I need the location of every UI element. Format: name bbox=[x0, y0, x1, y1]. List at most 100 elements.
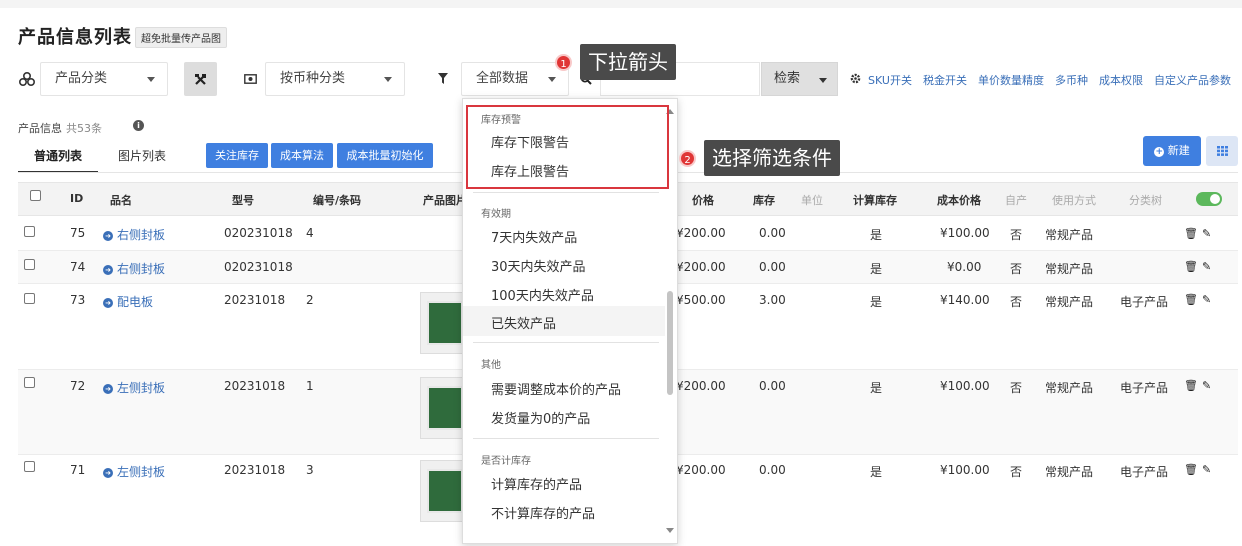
page-title: 产品信息列表 bbox=[18, 27, 132, 48]
pencil-icon[interactable]: ✎ bbox=[1202, 379, 1211, 392]
cell-name-link[interactable]: ➜ 配电板 bbox=[103, 293, 153, 310]
col-model[interactable]: 型号 bbox=[232, 192, 254, 208]
info-icon[interactable]: i bbox=[133, 120, 144, 131]
col-name[interactable]: 品名 bbox=[110, 192, 132, 208]
col-usage[interactable]: 使用方式 bbox=[1052, 192, 1096, 208]
data-filter-select[interactable]: 全部数据 bbox=[461, 62, 569, 96]
new-button[interactable]: + 新建 bbox=[1143, 136, 1201, 166]
cell-stock: 0.00 bbox=[759, 226, 786, 240]
pencil-icon[interactable]: ✎ bbox=[1202, 260, 1211, 273]
dd-item-count-stock[interactable]: 计算库存的产品 bbox=[491, 474, 582, 493]
chevron-down-icon[interactable] bbox=[548, 77, 556, 82]
dd-item-adjust-cost[interactable]: 需要调整成本价的产品 bbox=[491, 379, 621, 398]
cell-name-link[interactable]: ➜ 右侧封板 bbox=[103, 260, 165, 277]
product-thumbnail[interactable] bbox=[420, 292, 466, 354]
select-all-checkbox[interactable] bbox=[30, 190, 41, 201]
cell-name-link[interactable]: ➜ 左侧封板 bbox=[103, 463, 165, 480]
col-stock[interactable]: 库存 bbox=[753, 192, 775, 208]
dd-group-expiry: 有效期 bbox=[481, 209, 511, 220]
pencil-icon[interactable]: ✎ bbox=[1202, 293, 1211, 306]
column-toggle-switch[interactable] bbox=[1196, 192, 1222, 206]
dd-separator bbox=[473, 192, 659, 193]
link-tax-switch[interactable]: 税金开关 bbox=[923, 72, 967, 88]
col-id[interactable]: ID bbox=[70, 192, 83, 205]
link-sku-switch[interactable]: SKU开关 bbox=[868, 72, 912, 88]
trash-icon[interactable]: 🗑 bbox=[1184, 260, 1198, 273]
cost-method-button[interactable]: 成本算法 bbox=[271, 143, 333, 168]
dd-item-expire-7-days[interactable]: 7天内失效产品 bbox=[491, 227, 577, 246]
category-select[interactable]: 产品分类 bbox=[40, 62, 168, 96]
trash-icon[interactable]: 🗑 bbox=[1184, 293, 1198, 306]
tab-normal-list[interactable]: 普通列表 bbox=[18, 147, 98, 173]
filter-icon bbox=[438, 73, 448, 84]
annotation-label-1: 下拉箭头 bbox=[580, 44, 676, 80]
link-multi-currency[interactable]: 多币种 bbox=[1055, 72, 1088, 88]
row-checkbox[interactable] bbox=[24, 293, 35, 304]
col-self-made[interactable]: 自产 bbox=[1005, 192, 1027, 208]
dd-scrollbar-thumb[interactable] bbox=[667, 291, 673, 395]
cell-model: 20231018 bbox=[224, 379, 286, 393]
row-checkbox[interactable] bbox=[24, 259, 35, 270]
col-cost[interactable]: 成本价格 bbox=[937, 192, 981, 208]
cell-stock: 0.00 bbox=[759, 260, 786, 274]
trash-icon[interactable]: 🗑 bbox=[1184, 227, 1198, 240]
cost-batch-init-button[interactable]: 成本批量初始化 bbox=[337, 143, 433, 168]
new-button-label: 新建 bbox=[1167, 144, 1190, 157]
link-precision[interactable]: 单价数量精度 bbox=[978, 72, 1044, 88]
col-image[interactable]: 产品图片 bbox=[423, 192, 467, 208]
cell-id: 71 bbox=[70, 463, 86, 477]
col-category-tree[interactable]: 分类树 bbox=[1129, 192, 1162, 208]
plus-circle-icon: + bbox=[1154, 147, 1165, 157]
batch-upload-badge[interactable]: 超免批量传产品图 bbox=[135, 27, 227, 48]
cell-price: ¥200.00 bbox=[676, 260, 726, 274]
col-code[interactable]: 编号/条码 bbox=[313, 192, 361, 208]
cell-code: 3 bbox=[306, 463, 314, 477]
cell-stock: 0.00 bbox=[759, 379, 786, 393]
col-price[interactable]: 价格 bbox=[692, 192, 714, 208]
tab-image-list[interactable]: 图片列表 bbox=[118, 147, 166, 164]
dd-item-expire-30-days[interactable]: 30天内失效产品 bbox=[491, 256, 586, 275]
trash-icon[interactable]: 🗑 bbox=[1184, 379, 1198, 392]
arrow-circle-icon: ➜ bbox=[103, 384, 113, 394]
chevron-down-icon[interactable] bbox=[819, 78, 827, 83]
dd-item-not-count-stock[interactable]: 不计算库存的产品 bbox=[491, 503, 595, 522]
link-cost-permission[interactable]: 成本权限 bbox=[1099, 72, 1143, 88]
cell-name-link[interactable]: ➜ 左侧封板 bbox=[103, 379, 165, 396]
link-custom-params[interactable]: 自定义产品参数 bbox=[1154, 72, 1231, 88]
pencil-icon[interactable]: ✎ bbox=[1202, 227, 1211, 240]
row-checkbox[interactable] bbox=[24, 461, 35, 472]
tools-button[interactable] bbox=[184, 62, 217, 96]
cell-price: ¥200.00 bbox=[676, 226, 726, 240]
follow-stock-button[interactable]: 关注库存 bbox=[206, 143, 268, 168]
cell-price: ¥500.00 bbox=[676, 293, 726, 307]
col-calc-stock[interactable]: 计算库存 bbox=[853, 192, 897, 208]
cell-self-made: 否 bbox=[1010, 381, 1023, 395]
cell-name: 左侧封板 bbox=[117, 381, 166, 395]
cell-self-made: 否 bbox=[1010, 262, 1023, 276]
scroll-down-icon[interactable] bbox=[666, 528, 674, 533]
dd-separator bbox=[473, 342, 659, 343]
search-button-label: 检索 bbox=[774, 71, 801, 86]
stock-alert-highlight-box bbox=[466, 105, 669, 189]
dd-item-zero-shipment[interactable]: 发货量为0的产品 bbox=[491, 408, 590, 427]
col-unit[interactable]: 单位 bbox=[801, 192, 823, 208]
trash-icon[interactable]: 🗑 bbox=[1184, 463, 1198, 476]
dd-group-other: 其他 bbox=[481, 360, 501, 371]
currency-select[interactable]: 按币种分类 bbox=[265, 62, 405, 96]
search-button[interactable]: 检索 bbox=[761, 62, 838, 96]
dd-item-expired[interactable]: 已失效产品 bbox=[491, 313, 556, 332]
cell-usage: 常规产品 bbox=[1045, 228, 1094, 242]
row-checkbox[interactable] bbox=[24, 226, 35, 237]
cell-calc-stock: 是 bbox=[870, 465, 883, 479]
pencil-icon[interactable]: ✎ bbox=[1202, 463, 1211, 476]
currency-select-label: 按币种分类 bbox=[280, 71, 346, 86]
product-thumbnail[interactable] bbox=[420, 460, 466, 522]
cell-name-link[interactable]: ➜ 右侧封板 bbox=[103, 226, 165, 243]
grid-view-button[interactable] bbox=[1206, 136, 1238, 166]
product-thumbnail[interactable] bbox=[420, 377, 466, 439]
arrow-circle-icon: ➜ bbox=[103, 298, 113, 308]
row-checkbox[interactable] bbox=[24, 377, 35, 388]
dd-item-expire-100-days[interactable]: 100天内失效产品 bbox=[491, 285, 594, 304]
tools-icon bbox=[194, 73, 207, 86]
product-info-summary: 产品信息 共53条 bbox=[18, 120, 102, 136]
